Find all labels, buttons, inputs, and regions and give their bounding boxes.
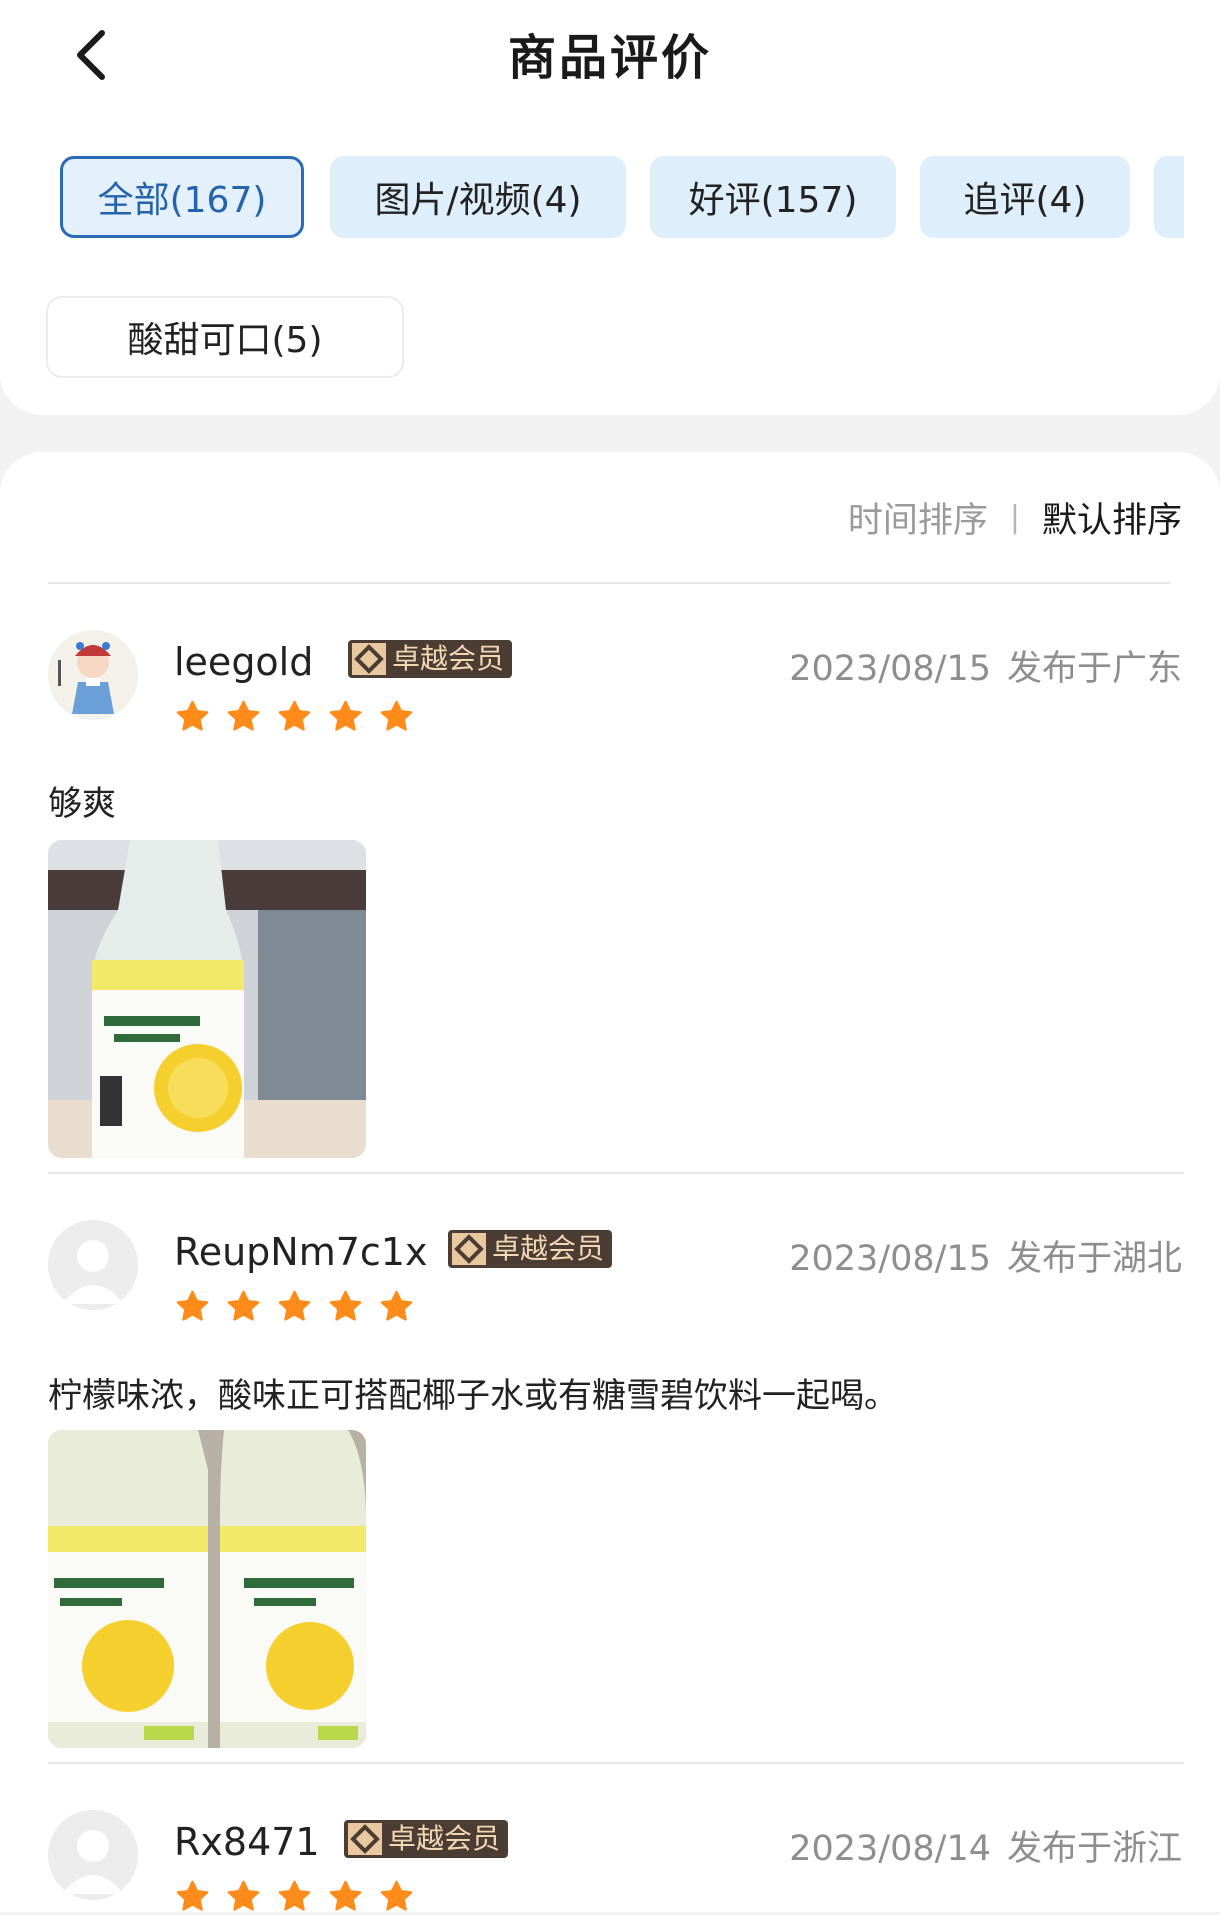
sort-by-time-button[interactable]: 时间排序 — [848, 492, 988, 543]
avatar[interactable] — [48, 1220, 138, 1310]
review-location: 发布于湖北 — [1006, 1239, 1182, 1279]
star-icon — [380, 1290, 413, 1321]
badge-label: 卓越会员 — [392, 642, 505, 675]
star-icon — [176, 1880, 209, 1911]
review-item: leegold 卓越会员 2023/08/15 发布于广东 够爽 — [0, 630, 1220, 1158]
star-icon — [176, 1290, 209, 1321]
star-rating — [174, 1878, 415, 1915]
tab-photo-video[interactable]: 图片/视频(4) — [330, 156, 626, 238]
review-list: 时间排序 | 默认排序 leegold 卓越会员 2023/08/15 发布于广… — [0, 452, 1220, 1912]
divider — [48, 582, 1170, 584]
star-icon — [278, 1880, 311, 1911]
two-lemon-juice-bottles-photo — [48, 1430, 366, 1748]
star-icon — [278, 1290, 311, 1321]
badge-label: 卓越会员 — [492, 1232, 605, 1265]
star-icon — [176, 700, 209, 731]
page-title: 商品评价 — [507, 30, 712, 86]
tab-more-partial[interactable] — [1154, 156, 1184, 238]
divider — [48, 1172, 1184, 1174]
star-icon — [329, 1880, 362, 1911]
default-avatar-icon — [48, 1810, 138, 1900]
star-rating — [174, 1288, 415, 1325]
review-meta: 2023/08/15 发布于广东 — [789, 640, 1182, 691]
tab-all[interactable]: 全部(167) — [60, 156, 304, 238]
username[interactable]: leegold — [174, 640, 313, 684]
diamond-icon — [452, 1233, 486, 1265]
star-icon — [227, 1290, 260, 1321]
review-photo[interactable] — [48, 1430, 366, 1748]
avatar[interactable] — [48, 1810, 138, 1900]
star-icon — [227, 1880, 260, 1911]
cartoon-avatar-image — [48, 630, 138, 720]
star-icon — [380, 1880, 413, 1911]
lemon-juice-bottle-photo — [48, 840, 366, 1158]
default-avatar-icon — [48, 1220, 138, 1310]
tab-follow-up[interactable]: 追评(4) — [920, 156, 1130, 238]
sort-default-button[interactable]: 默认排序 — [1042, 492, 1182, 543]
review-text: 柠檬味浓，酸味正可搭配椰子水或有糖雪碧饮料一起喝。 — [48, 1376, 898, 1416]
tag-chip-sweet-sour[interactable]: 酸甜可口(5) — [46, 296, 404, 378]
review-location: 发布于广东 — [1006, 649, 1182, 689]
review-item: Rx8471 卓越会员 2023/08/14 发布于浙江 — [0, 1810, 1220, 1911]
star-icon — [329, 700, 362, 731]
review-meta: 2023/08/14 发布于浙江 — [789, 1820, 1182, 1871]
tab-positive[interactable]: 好评(157) — [650, 156, 896, 238]
review-date: 2023/08/14 — [789, 1829, 991, 1869]
review-meta: 2023/08/15 发布于湖北 — [789, 1230, 1182, 1281]
review-text: 够爽 — [48, 784, 116, 824]
diamond-icon — [352, 643, 386, 675]
sort-bar: 时间排序 | 默认排序 — [848, 492, 1182, 543]
star-icon — [227, 700, 260, 731]
star-icon — [380, 700, 413, 731]
member-badge: 卓越会员 — [344, 1820, 509, 1858]
star-rating — [174, 698, 415, 735]
review-item: ReupNm7c1x 卓越会员 2023/08/15 发布于湖北 柠檬味浓，酸味正… — [0, 1220, 1220, 1748]
top-card: 商品评价 全部(167) 图片/视频(4) 好评(157) 追评(4) 酸甜可口… — [0, 0, 1220, 415]
filter-tabs: 全部(167) 图片/视频(4) 好评(157) 追评(4) — [0, 156, 1184, 242]
review-date: 2023/08/15 — [789, 1239, 991, 1279]
member-badge: 卓越会员 — [348, 640, 513, 678]
username[interactable]: Rx8471 — [174, 1820, 320, 1864]
badge-label: 卓越会员 — [388, 1822, 501, 1855]
divider — [48, 1762, 1184, 1764]
review-photo[interactable] — [48, 840, 366, 1158]
star-icon — [329, 1290, 362, 1321]
avatar[interactable] — [48, 630, 138, 720]
sort-separator: | — [1009, 500, 1020, 535]
member-badge: 卓越会员 — [448, 1230, 613, 1268]
username[interactable]: ReupNm7c1x — [174, 1230, 427, 1274]
review-date: 2023/08/15 — [789, 649, 991, 689]
diamond-icon — [348, 1823, 382, 1855]
review-location: 发布于浙江 — [1006, 1829, 1182, 1869]
star-icon — [278, 700, 311, 731]
